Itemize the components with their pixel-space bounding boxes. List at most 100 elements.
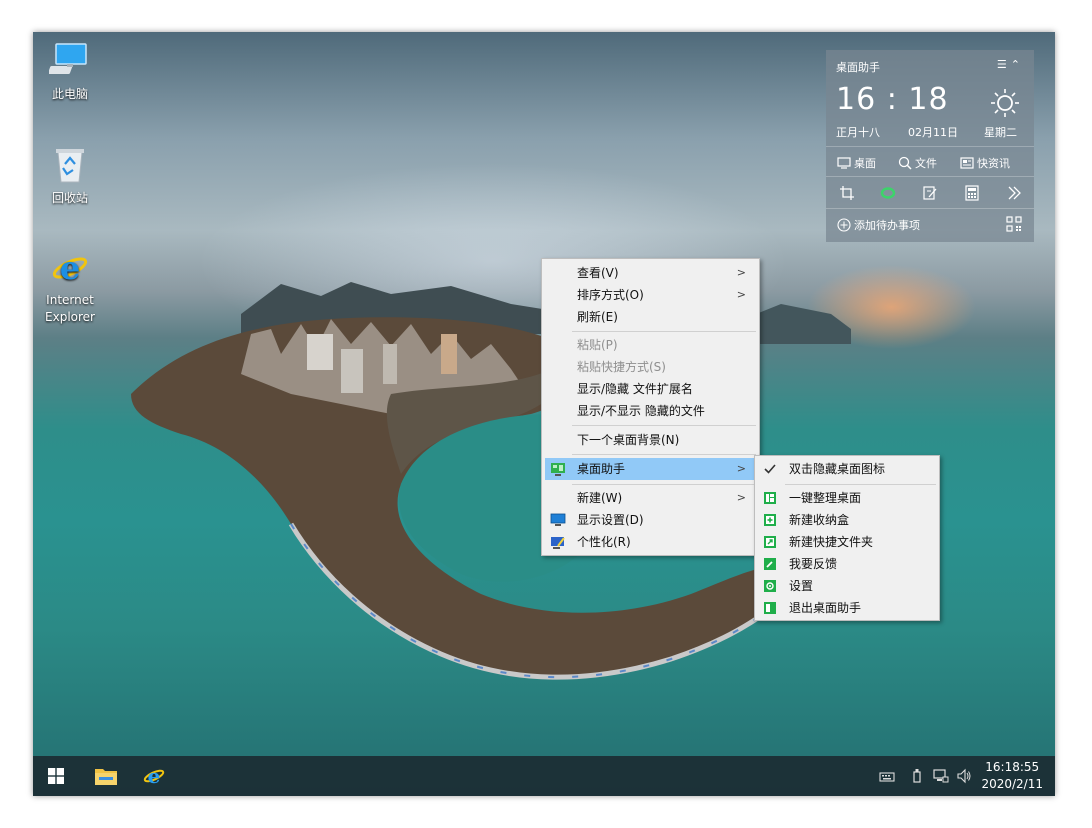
- menu-item-label: 显示/隐藏 文件扩展名: [577, 382, 693, 396]
- desktop-icon-label: 回收站: [51, 191, 88, 205]
- submenu-item-label: 新建收纳盒: [789, 513, 850, 527]
- menu-item-label: 个性化(R): [577, 535, 631, 549]
- desktop-context-menu: 查看(V) > 排序方式(O) > 刷新(E) 粘贴(P) 粘贴快捷方式(S) …: [541, 258, 760, 556]
- submenu-item-label: 双击隐藏桌面图标: [789, 462, 886, 476]
- taskbar-internet-explorer[interactable]: e: [139, 756, 169, 796]
- usb-device-icon[interactable]: [909, 768, 925, 784]
- submenu-item-settings[interactable]: 设置: [757, 575, 937, 597]
- menu-item-label: 显示/不显示 隐藏的文件: [577, 404, 705, 418]
- clock-date: 2020/2/11: [981, 777, 1043, 791]
- search-icon: [898, 156, 912, 170]
- desktop-assistant-widget[interactable]: 桌面助手 ☰⌃ 16 : 18 正月十八 02月11日 星期二 桌面 文件 快资…: [826, 50, 1034, 242]
- submenu-item-feedback[interactable]: 我要反馈: [757, 553, 937, 575]
- news-icon: [960, 157, 974, 169]
- menu-item-display-settings[interactable]: 显示设置(D): [545, 509, 756, 531]
- submenu-item-new-shortcut-folder[interactable]: 新建快捷文件夹: [757, 531, 937, 553]
- menu-item-paste: 粘贴(P): [545, 334, 756, 356]
- menu-item-next-background[interactable]: 下一个桌面背景(N): [545, 429, 756, 451]
- eye-care-icon[interactable]: [880, 185, 896, 201]
- desktop-icon-this-pc[interactable]: 此电脑: [35, 40, 105, 103]
- taskbar: e 16:18:55 2020/2/11: [33, 756, 1055, 796]
- internet-explorer-icon: e: [49, 246, 91, 288]
- menu-item-label: 粘贴快捷方式(S): [577, 360, 666, 374]
- menu-item-paste-shortcut: 粘贴快捷方式(S): [545, 356, 756, 378]
- widget-news-label: 快资讯: [977, 157, 1010, 170]
- shortcut-folder-icon: [764, 536, 776, 548]
- chevron-right-icon: >: [736, 462, 746, 475]
- keyboard-icon[interactable]: [879, 768, 895, 784]
- monitor-icon: [837, 157, 851, 169]
- menu-item-new[interactable]: 新建(W) >: [545, 487, 756, 509]
- plus-circle-icon: [837, 218, 851, 232]
- chevron-right-icon: >: [736, 266, 746, 279]
- submenu-item-label: 退出桌面助手: [789, 601, 862, 615]
- organize-icon: [764, 492, 776, 504]
- widget-time: 16 : 18: [836, 82, 949, 117]
- menu-item-label: 刷新(E): [577, 310, 618, 324]
- menu-item-view[interactable]: 查看(V) >: [545, 262, 756, 284]
- menu-separator: [572, 331, 756, 332]
- desktop-assistant-icon: [551, 463, 565, 476]
- widget-desktop-button[interactable]: 桌面: [837, 155, 876, 171]
- widget-add-todo-button[interactable]: 添加待办事项: [837, 217, 920, 233]
- svg-text:e: e: [148, 764, 161, 788]
- sun-icon: [990, 88, 1020, 121]
- widget-title: 桌面助手: [836, 61, 880, 74]
- menu-item-label: 查看(V): [577, 266, 619, 280]
- start-button[interactable]: [41, 756, 71, 796]
- menu-separator: [572, 454, 756, 455]
- menu-item-label: 显示设置(D): [577, 513, 644, 527]
- volume-icon[interactable]: [956, 768, 972, 784]
- collapse-icon[interactable]: ⌃: [1011, 58, 1024, 71]
- widget-controls: ☰⌃: [997, 58, 1024, 71]
- submenu-item-label: 设置: [789, 579, 814, 593]
- desktop-assistant-submenu: 双击隐藏桌面图标 一键整理桌面 新建收纳盒 新建快捷文件夹 我要反馈 设置 退出…: [754, 455, 940, 621]
- note-icon[interactable]: [922, 185, 938, 201]
- menu-separator: [572, 484, 756, 485]
- widget-lunar-date: 正月十八: [836, 126, 880, 139]
- crop-icon[interactable]: [839, 185, 855, 201]
- menu-separator: [572, 425, 756, 426]
- qr-code-icon[interactable]: [1006, 216, 1022, 232]
- menu-item-sort-by[interactable]: 排序方式(O) >: [545, 284, 756, 306]
- widget-news-button[interactable]: 快资讯: [960, 155, 1010, 171]
- desktop-icon-recycle-bin[interactable]: 回收站: [35, 144, 105, 207]
- check-icon: [764, 464, 776, 474]
- submenu-item-double-click-hide[interactable]: 双击隐藏桌面图标: [757, 458, 937, 480]
- menu-item-desktop-assistant[interactable]: 桌面助手 >: [545, 458, 756, 480]
- widget-files-label: 文件: [915, 157, 937, 170]
- menu-item-label: 桌面助手: [577, 462, 626, 476]
- menu-item-toggle-extensions[interactable]: 显示/隐藏 文件扩展名: [545, 378, 756, 400]
- menu-item-label: 新建(W): [577, 491, 623, 505]
- exit-icon: [764, 602, 776, 614]
- widget-divider: [826, 208, 1034, 209]
- desktop-icon-internet-explorer[interactable]: e Internet Explorer: [35, 246, 105, 326]
- feedback-pen-icon: [764, 558, 776, 570]
- new-box-icon: [764, 514, 776, 526]
- submenu-item-new-box[interactable]: 新建收纳盒: [757, 509, 937, 531]
- widget-divider: [826, 146, 1034, 147]
- svg-text:e: e: [60, 249, 80, 287]
- desktop-icon-label: 此电脑: [51, 87, 88, 101]
- submenu-item-exit[interactable]: 退出桌面助手: [757, 597, 937, 619]
- calculator-icon[interactable]: [964, 185, 980, 201]
- widget-add-todo-label: 添加待办事项: [854, 219, 920, 232]
- menu-item-refresh[interactable]: 刷新(E): [545, 306, 756, 328]
- chevron-right-icon: >: [736, 288, 746, 301]
- widget-files-button[interactable]: 文件: [898, 155, 937, 171]
- double-chevron-right-icon[interactable]: [1006, 185, 1022, 201]
- menu-item-label: 粘贴(P): [577, 338, 618, 352]
- gear-icon: [764, 580, 776, 592]
- menu-item-toggle-hidden-files[interactable]: 显示/不显示 隐藏的文件: [545, 400, 756, 422]
- personalize-icon: [551, 537, 565, 549]
- widget-divider: [826, 176, 1034, 177]
- widget-date: 02月11日: [908, 126, 958, 139]
- menu-icon[interactable]: ☰: [997, 58, 1011, 71]
- menu-item-personalize[interactable]: 个性化(R): [545, 531, 756, 553]
- taskbar-clock[interactable]: 16:18:55 2020/2/11: [981, 759, 1043, 793]
- taskbar-file-explorer[interactable]: [91, 756, 121, 796]
- desktop-icon-label: Internet Explorer: [45, 293, 95, 324]
- submenu-item-organize-desktop[interactable]: 一键整理桌面: [757, 487, 937, 509]
- submenu-item-label: 我要反馈: [789, 557, 838, 571]
- network-icon[interactable]: [933, 768, 949, 784]
